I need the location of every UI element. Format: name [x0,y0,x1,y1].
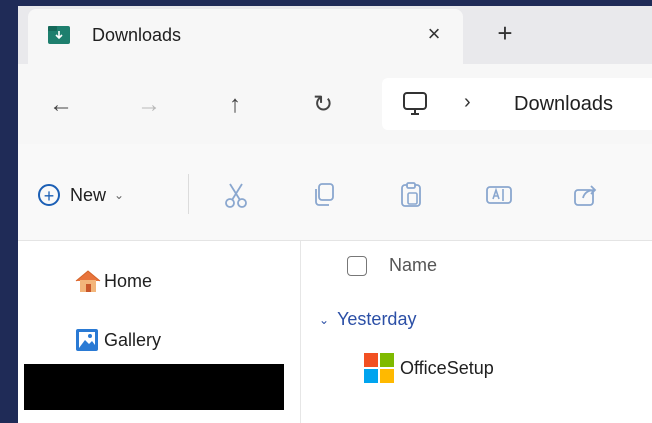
rename-icon[interactable] [484,180,514,210]
close-tab-icon[interactable]: × [420,20,448,48]
add-circle-icon: + [38,184,60,206]
gallery-icon [76,329,98,351]
sidebar-item-gallery[interactable]: Gallery [74,327,161,353]
downloads-folder-icon [48,26,70,44]
toolbar-divider [188,174,189,214]
group-header-yesterday[interactable]: ⌄ Yesterday [319,309,416,330]
tab-title: Downloads [92,25,182,45]
command-bar: + New ⌄ [18,144,652,241]
chevron-down-icon: ⌄ [114,188,125,202]
share-icon[interactable] [571,180,601,210]
tab-downloads[interactable]: Downloads × [28,9,463,64]
new-button-label: New [70,184,107,205]
new-button[interactable]: + New ⌄ [38,180,124,210]
address-bar[interactable]: › Downloads [382,78,652,130]
breadcrumb-separator[interactable]: › [464,91,471,114]
refresh-button[interactable]: ↻ [308,90,338,120]
list-item[interactable]: OfficeSetup [364,353,494,383]
content-area: Home Gallery Name ⌄ Yesterday OfficeSetu… [18,241,652,423]
file-name: OfficeSetup [400,357,494,378]
file-list: Name ⌄ Yesterday OfficeSetup [301,241,652,423]
select-all-checkbox[interactable] [347,255,367,276]
column-name-label: Name [389,255,438,275]
sidebar-item-label: Gallery [104,329,162,350]
file-explorer-window: Downloads × + ← → ↑ ↻ › Downloads + New … [18,6,652,423]
paste-icon[interactable] [396,180,426,210]
up-button[interactable]: ↑ [220,90,250,120]
column-header-name[interactable]: Name [347,255,437,276]
navigation-bar: ← → ↑ ↻ › Downloads [18,64,652,144]
sidebar-item-home[interactable]: Home [74,269,152,293]
chevron-down-icon: ⌄ [319,312,330,327]
home-icon [75,270,101,292]
redacted-area [24,364,284,410]
group-label: Yesterday [337,309,417,329]
cut-icon[interactable] [221,180,251,210]
breadcrumb-downloads[interactable]: Downloads [514,93,613,116]
copy-icon[interactable] [309,180,339,210]
microsoft-logo-icon [364,353,394,383]
sidebar-item-label: Home [104,270,153,291]
new-tab-button[interactable]: + [490,18,520,48]
back-button[interactable]: ← [46,90,76,120]
this-pc-icon[interactable] [402,92,428,116]
navigation-pane: Home Gallery [18,241,301,423]
tab-strip: Downloads × + [18,6,652,64]
forward-button[interactable]: → [134,90,164,120]
